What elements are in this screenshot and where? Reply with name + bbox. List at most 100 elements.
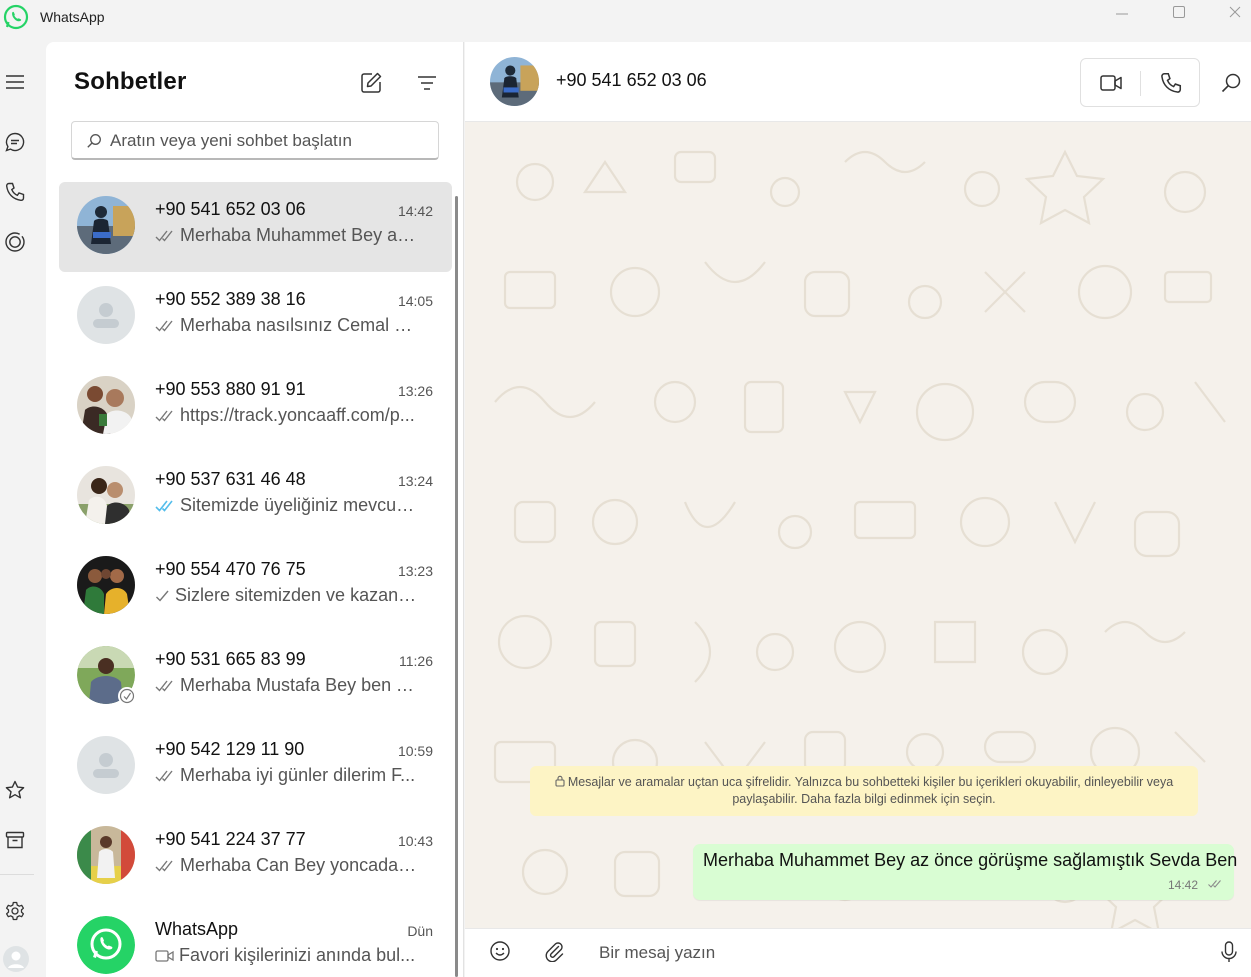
minimize-button[interactable] bbox=[1094, 0, 1150, 24]
avatar bbox=[77, 466, 135, 524]
chat-preview: Merhaba iyi günler dilerim F... bbox=[155, 765, 417, 786]
minimize-icon bbox=[1116, 13, 1128, 15]
message-input[interactable] bbox=[599, 940, 1199, 966]
chat-name: +90 554 470 76 75 bbox=[155, 559, 306, 579]
encryption-notice[interactable]: Mesajlar ve aramalar uçtan uca şifrelidi… bbox=[530, 766, 1198, 816]
chat-list-item[interactable]: +90 554 470 76 75 13:23 Sizlere sitemizd… bbox=[59, 542, 452, 632]
chat-list-item[interactable]: +90 552 389 38 16 14:05 Merhaba nasılsın… bbox=[59, 272, 452, 362]
check-icon bbox=[156, 590, 169, 602]
window-title: WhatsApp bbox=[40, 9, 105, 25]
chat-time: Dün bbox=[407, 923, 433, 939]
settings-icon[interactable] bbox=[4, 900, 26, 922]
chat-list-item[interactable]: +90 531 665 83 99 11:26 Merhaba Mustafa … bbox=[59, 632, 452, 722]
chat-preview-text: Favori kişilerinizi anında bul... bbox=[179, 945, 416, 965]
encryption-notice-text: Mesajlar ve aramalar uçtan uca şifrelidi… bbox=[567, 775, 1174, 806]
avatar bbox=[77, 286, 135, 344]
starred-icon[interactable] bbox=[4, 779, 26, 801]
avatar bbox=[77, 196, 135, 254]
chat-time: 10:43 bbox=[397, 833, 433, 849]
chat-wallpaper: Mesajlar ve aramalar uçtan uca şifrelidi… bbox=[465, 122, 1251, 928]
contact-name[interactable]: +90 541 652 03 06 bbox=[556, 70, 707, 91]
maximize-button[interactable] bbox=[1151, 0, 1207, 24]
search-input[interactable] bbox=[110, 128, 430, 154]
microphone-icon[interactable] bbox=[1218, 940, 1240, 964]
double-check-icon bbox=[155, 410, 173, 422]
search-icon[interactable] bbox=[1220, 72, 1242, 94]
chats-icon[interactable] bbox=[4, 131, 26, 153]
outgoing-message[interactable]: Merhaba Muhammet Bey az önce görüşme sağ… bbox=[693, 844, 1238, 900]
double-check-icon bbox=[155, 770, 173, 782]
message-composer bbox=[465, 928, 1251, 977]
archive-icon[interactable] bbox=[4, 829, 26, 851]
chat-list-item[interactable]: +90 553 880 91 91 13:26 https://track.yo… bbox=[59, 362, 452, 452]
close-button[interactable] bbox=[1207, 0, 1251, 24]
maximize-icon bbox=[1173, 6, 1185, 18]
new-chat-icon[interactable] bbox=[358, 70, 384, 96]
chat-list: +90 541 652 03 06 14:42 Merhaba Muhammet… bbox=[59, 182, 452, 977]
avatar bbox=[77, 556, 135, 614]
chat-preview: Merhaba Can Bey yoncadan... bbox=[155, 855, 417, 876]
chat-list-panel: Sohbetler +90 541 bbox=[46, 42, 464, 977]
chat-list-item[interactable]: +90 542 129 11 90 10:59 Merhaba iyi günl… bbox=[59, 722, 452, 812]
video-call-icon[interactable] bbox=[1099, 71, 1123, 95]
chat-list-item[interactable]: +90 541 224 37 77 10:43 Merhaba Can Bey … bbox=[59, 812, 452, 902]
chat-preview: Sizlere sitemizden ve kazanç... bbox=[155, 585, 417, 606]
nav-rail bbox=[0, 42, 46, 977]
avatar bbox=[77, 916, 135, 974]
search-icon bbox=[87, 134, 101, 148]
chat-preview-text: Merhaba Muhammet Bey az... bbox=[180, 225, 417, 245]
double-check-icon bbox=[1208, 880, 1221, 888]
chat-list-item[interactable]: +90 537 631 46 48 13:24 Sitemizde üyeliğ… bbox=[59, 452, 452, 542]
voice-call-icon[interactable] bbox=[1159, 71, 1183, 95]
chat-time: 13:24 bbox=[397, 473, 433, 489]
call-buttons bbox=[1080, 58, 1200, 107]
title-bar: WhatsApp bbox=[0, 0, 1251, 42]
conversation-header: +90 541 652 03 06 bbox=[465, 42, 1251, 122]
chat-preview: Merhaba Muhammet Bey az... bbox=[155, 225, 417, 246]
chat-name: +90 541 224 37 77 bbox=[155, 829, 306, 849]
chat-preview-text: Merhaba Mustafa Bey ben Y... bbox=[180, 675, 417, 695]
message-time: 14:42 bbox=[1167, 878, 1198, 892]
search-box[interactable] bbox=[71, 121, 439, 160]
whatsapp-logo-icon bbox=[3, 4, 29, 30]
chat-list-item[interactable]: WhatsApp Dün Favori kişilerinizi anında … bbox=[59, 902, 452, 977]
conversation-panel: +90 541 652 03 06 Mesajlar ve aramalar u… bbox=[465, 42, 1251, 977]
chat-time: 14:05 bbox=[397, 293, 433, 309]
chat-list-item[interactable]: +90 541 652 03 06 14:42 Merhaba Muhammet… bbox=[59, 182, 452, 272]
double-check-read-icon bbox=[155, 500, 173, 512]
call-divider bbox=[1140, 71, 1141, 96]
avatar bbox=[77, 646, 136, 705]
chat-preview-text: Merhaba Can Bey yoncadan... bbox=[180, 855, 417, 875]
double-check-icon bbox=[155, 230, 173, 242]
message-text: Merhaba Muhammet Bey az önce görüşme sağ… bbox=[703, 850, 1238, 870]
chat-preview: Merhaba Mustafa Bey ben Y... bbox=[155, 675, 417, 696]
emoji-icon[interactable] bbox=[489, 940, 511, 962]
double-check-icon bbox=[155, 680, 173, 692]
menu-icon[interactable] bbox=[4, 71, 26, 93]
chat-time: 14:42 bbox=[397, 203, 433, 219]
avatar bbox=[77, 736, 135, 794]
status-ring-icon bbox=[118, 687, 136, 705]
avatar bbox=[77, 826, 135, 884]
filter-icon[interactable] bbox=[414, 70, 440, 96]
close-icon bbox=[1229, 6, 1241, 18]
page-title: Sohbetler bbox=[74, 68, 187, 95]
attach-icon[interactable] bbox=[543, 940, 565, 962]
chat-time: 13:26 bbox=[397, 383, 433, 399]
rail-divider bbox=[0, 874, 34, 875]
calls-icon[interactable] bbox=[4, 181, 26, 203]
avatar bbox=[77, 376, 135, 434]
whatsapp-logo-icon bbox=[77, 916, 135, 974]
chat-list-scrollbar[interactable] bbox=[455, 196, 458, 977]
contact-avatar[interactable] bbox=[490, 57, 539, 106]
chat-name: +90 541 652 03 06 bbox=[155, 199, 306, 219]
status-icon[interactable] bbox=[4, 231, 26, 253]
chat-time: 13:23 bbox=[397, 563, 433, 579]
profile-icon[interactable] bbox=[2, 945, 30, 973]
chat-preview: Sitemizde üyeliğiniz mevcutt... bbox=[155, 495, 417, 516]
double-check-icon bbox=[155, 320, 173, 332]
chat-name: +90 552 389 38 16 bbox=[155, 289, 306, 309]
chat-preview-text: Sizlere sitemizden ve kazanç... bbox=[175, 585, 417, 605]
chat-preview-text: https://track.yoncaaff.com/p... bbox=[180, 405, 415, 425]
chat-preview-text: Merhaba nasılsınız Cemal Be... bbox=[180, 315, 417, 335]
